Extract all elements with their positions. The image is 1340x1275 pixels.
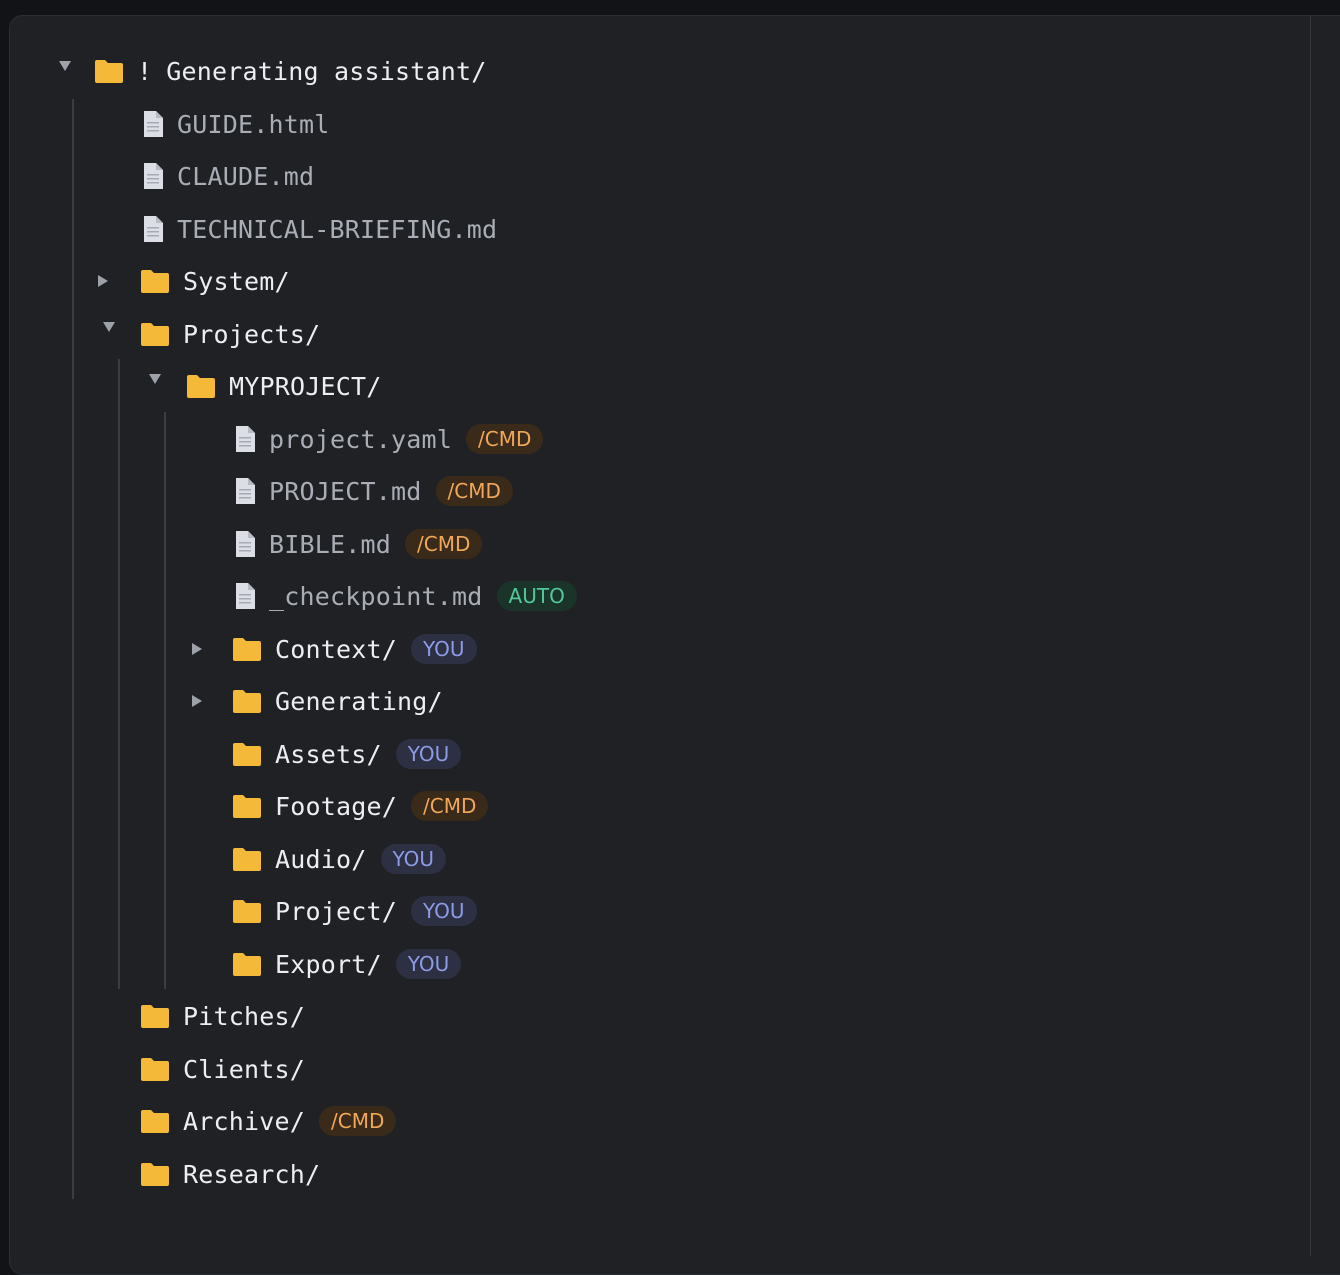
- file-icon: [142, 162, 164, 190]
- tree-folder-project[interactable]: Project/ YOU: [232, 891, 477, 931]
- file-label: PROJECT.md: [269, 476, 422, 506]
- folder-icon: [94, 58, 124, 84]
- cmd-badge: /CMD: [411, 791, 489, 821]
- tree-folder-archive[interactable]: Archive/ /CMD: [140, 1101, 397, 1141]
- tree-folder-export[interactable]: Export/ YOU: [232, 944, 462, 984]
- you-badge: YOU: [395, 739, 462, 769]
- folder-label: Project/: [275, 896, 398, 926]
- cmd-badge: /CMD: [405, 529, 483, 559]
- tree-folder-clients[interactable]: Clients/: [140, 1049, 305, 1089]
- folder-icon: [232, 636, 262, 662]
- folder-icon: [186, 373, 216, 399]
- tree-folder-assets[interactable]: Assets/ YOU: [232, 734, 462, 774]
- folder-icon: [140, 268, 170, 294]
- folder-label: Clients/: [183, 1054, 306, 1084]
- folder-icon: [140, 321, 170, 347]
- tree-folder-pitches[interactable]: Pitches/: [140, 996, 305, 1036]
- root-label: Generating assistant/: [166, 56, 487, 86]
- folder-icon: [232, 846, 262, 872]
- root-prefix: !: [137, 56, 153, 86]
- tree-folder-myproject[interactable]: MYPROJECT/: [142, 366, 382, 406]
- file-label: GUIDE.html: [177, 109, 330, 139]
- folder-icon: [140, 1161, 170, 1187]
- tree-file-checkpoint-md[interactable]: _checkpoint.md AUTO: [234, 576, 577, 616]
- cmd-badge: /CMD: [466, 424, 544, 454]
- folder-icon: [232, 951, 262, 977]
- tree-file-project-md[interactable]: PROJECT.md /CMD: [234, 471, 513, 511]
- chevron-right-icon[interactable]: [190, 642, 204, 656]
- file-icon: [234, 582, 256, 610]
- chevron-down-icon[interactable]: [148, 372, 162, 386]
- folder-icon: [140, 1108, 170, 1134]
- file-icon: [142, 110, 164, 138]
- tree-file-claude[interactable]: CLAUDE.md: [142, 156, 314, 196]
- folder-icon: [140, 1003, 170, 1029]
- folder-icon: [232, 688, 262, 714]
- folder-label: Archive/: [183, 1106, 306, 1136]
- file-label: TECHNICAL-BRIEFING.md: [177, 214, 498, 244]
- tree-root[interactable]: ! Generating assistant/: [54, 51, 487, 91]
- auto-badge: AUTO: [496, 581, 577, 611]
- folder-label: Footage/: [275, 791, 398, 821]
- tree-file-bible-md[interactable]: BIBLE.md /CMD: [234, 524, 483, 564]
- file-label: BIBLE.md: [269, 529, 392, 559]
- cmd-badge: /CMD: [319, 1106, 397, 1136]
- tree-file-project-yaml[interactable]: project.yaml /CMD: [234, 419, 544, 459]
- indent-guide-myproject: [164, 412, 166, 989]
- indent-guide-projects: [118, 359, 120, 989]
- indent-guide-root: [72, 99, 74, 1199]
- file-icon: [234, 477, 256, 505]
- file-icon: [234, 530, 256, 558]
- folder-icon: [140, 1056, 170, 1082]
- file-icon: [234, 425, 256, 453]
- folder-label: Assets/: [275, 739, 382, 769]
- tree-file-guide[interactable]: GUIDE.html: [142, 104, 330, 144]
- you-badge: YOU: [380, 844, 447, 874]
- folder-label: Audio/: [275, 844, 367, 874]
- tree-folder-system[interactable]: System/: [96, 261, 290, 301]
- tree-folder-projects[interactable]: Projects/: [96, 314, 320, 354]
- folder-label: Context/: [275, 634, 398, 664]
- chevron-down-icon[interactable]: [102, 320, 116, 334]
- folder-label: Export/: [275, 949, 382, 979]
- you-badge: YOU: [411, 896, 477, 926]
- folder-label: MYPROJECT/: [229, 371, 382, 401]
- folder-label: System/: [183, 266, 290, 296]
- folder-icon: [232, 898, 262, 924]
- folder-label: Pitches/: [183, 1001, 306, 1031]
- folder-icon: [232, 793, 262, 819]
- folder-label: Research/: [183, 1159, 321, 1189]
- file-label: CLAUDE.md: [177, 161, 315, 191]
- you-badge: YOU: [395, 949, 462, 979]
- cmd-badge: /CMD: [435, 476, 513, 506]
- tree-folder-context[interactable]: Context/ YOU: [188, 629, 477, 669]
- folder-label: Projects/: [183, 319, 321, 349]
- tree-folder-audio[interactable]: Audio/ YOU: [232, 839, 447, 879]
- tree-folder-footage[interactable]: Footage/ /CMD: [232, 786, 489, 826]
- file-label: project.yaml: [269, 424, 453, 454]
- scrollbar[interactable]: [1310, 16, 1311, 1256]
- chevron-down-icon[interactable]: [58, 59, 72, 73]
- chevron-right-icon[interactable]: [96, 274, 110, 288]
- file-label: _checkpoint.md: [269, 581, 483, 611]
- you-badge: YOU: [411, 634, 477, 664]
- folder-icon: [232, 741, 262, 767]
- folder-label: Generating/: [275, 686, 443, 716]
- file-icon: [142, 215, 164, 243]
- tree-folder-generating[interactable]: Generating/: [188, 681, 443, 721]
- tree-file-technical-briefing[interactable]: TECHNICAL-BRIEFING.md: [142, 209, 497, 249]
- chevron-right-icon[interactable]: [190, 694, 204, 708]
- tree-folder-research[interactable]: Research/: [140, 1154, 320, 1194]
- file-tree-panel: ! Generating assistant/ GUIDE.html CLAUD…: [9, 15, 1340, 1275]
